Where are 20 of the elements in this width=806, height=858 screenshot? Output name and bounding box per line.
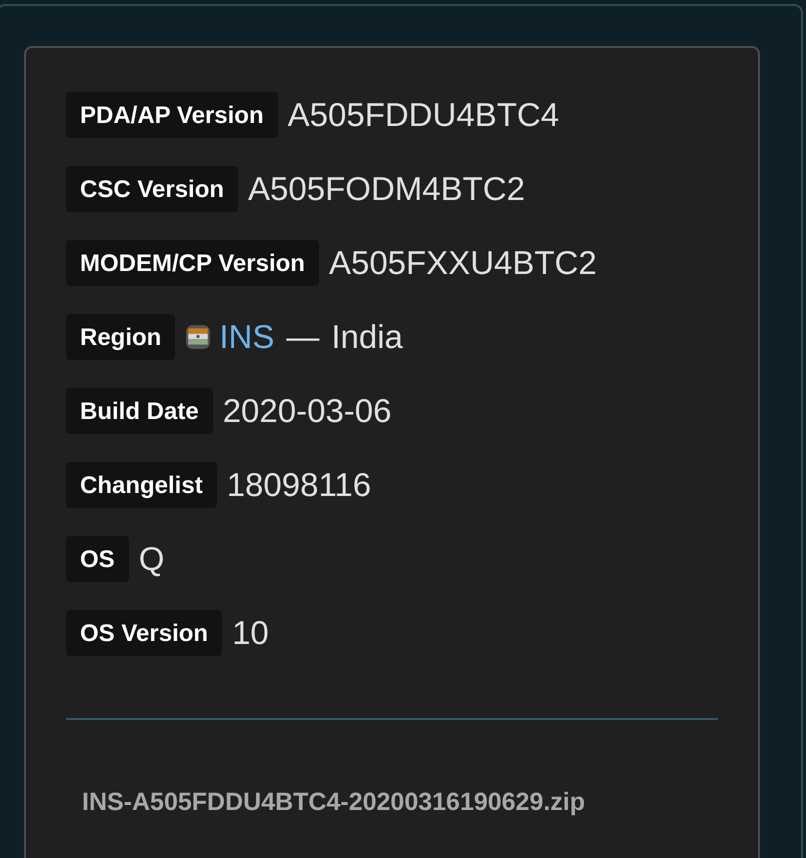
field-label: Changelist bbox=[66, 462, 217, 508]
field-label: Build Date bbox=[66, 388, 213, 434]
file-name: INS-A505FDDU4BTC4-20200316190629.zip bbox=[82, 788, 586, 817]
field-label: CSC Version bbox=[66, 166, 238, 212]
field-value: A505FDDU4BTC4 bbox=[288, 96, 560, 134]
field-value: Q bbox=[138, 540, 164, 578]
field-label: MODEM/CP Version bbox=[66, 240, 319, 286]
region-link[interactable]: INS bbox=[219, 318, 274, 356]
field-value: 10 bbox=[232, 614, 269, 652]
field-value: 18098116 bbox=[226, 466, 372, 504]
field-label: PDA/AP Version bbox=[66, 92, 278, 138]
field-value: 2020-03-06 bbox=[222, 392, 392, 430]
field-label: OS bbox=[66, 536, 129, 582]
dash-separator: — bbox=[286, 318, 320, 356]
field-value: A505FXXU4BTC2 bbox=[328, 244, 597, 282]
field-label: OS Version bbox=[66, 610, 222, 656]
field-label: Region bbox=[66, 314, 176, 360]
country-name: India bbox=[331, 318, 403, 356]
flag-icon bbox=[185, 324, 212, 350]
field-value: A505FODM4BTC2 bbox=[248, 170, 525, 208]
